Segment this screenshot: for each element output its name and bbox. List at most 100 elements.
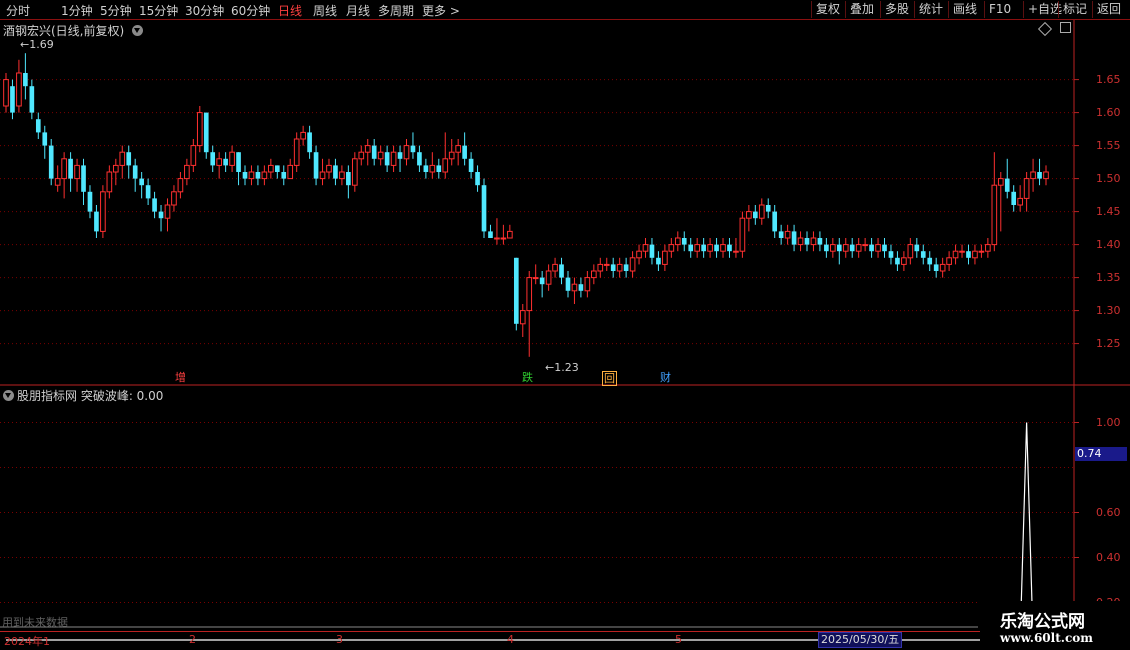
candle-body[interactable] — [1023, 178, 1030, 199]
candle-body[interactable] — [997, 178, 1004, 186]
candle-body[interactable] — [313, 152, 319, 179]
candle-body[interactable] — [610, 264, 616, 271]
candle-body[interactable] — [442, 158, 449, 173]
candle-body[interactable] — [939, 263, 946, 272]
candle-body[interactable] — [319, 171, 326, 180]
candle-body[interactable] — [417, 152, 422, 166]
candle-body[interactable] — [688, 244, 694, 252]
candle-body[interactable] — [694, 244, 701, 252]
candle-body[interactable] — [152, 198, 157, 212]
candle-body[interactable] — [830, 244, 836, 252]
candle-body[interactable] — [475, 172, 480, 186]
candle-body[interactable] — [1030, 171, 1036, 180]
candle-body[interactable] — [817, 238, 823, 245]
candle-body[interactable] — [255, 172, 261, 179]
candle-body[interactable] — [196, 112, 203, 147]
indicator-title[interactable]: 股朋指标网 突破波峰: 0.00 — [3, 387, 163, 404]
candle-body[interactable] — [758, 204, 765, 219]
candle-body[interactable] — [578, 284, 584, 291]
candle-body[interactable] — [888, 251, 894, 258]
candle-body[interactable] — [112, 164, 119, 173]
candle-body[interactable] — [623, 264, 629, 271]
candle-body[interactable] — [591, 270, 597, 279]
candle-body[interactable] — [132, 165, 138, 179]
candle-body[interactable] — [907, 244, 914, 259]
candle-body[interactable] — [390, 151, 397, 166]
candle-body[interactable] — [914, 244, 920, 252]
candle-body[interactable] — [500, 237, 507, 240]
candle-body[interactable] — [681, 238, 687, 245]
event-tag-increase[interactable]: 增 — [174, 371, 187, 384]
candle-body[interactable] — [539, 277, 545, 285]
candle-body[interactable] — [429, 164, 436, 173]
candle-body[interactable] — [3, 79, 9, 107]
candle-body[interactable] — [358, 151, 365, 160]
candle-body[interactable] — [190, 145, 197, 166]
candle-body[interactable] — [468, 158, 474, 172]
candle-body[interactable] — [326, 164, 332, 173]
candle-body[interactable] — [927, 257, 933, 265]
event-tag-return[interactable]: 回 — [602, 371, 617, 386]
candle-body[interactable] — [23, 73, 28, 87]
candle-body[interactable] — [552, 263, 558, 272]
candle-body[interactable] — [656, 257, 661, 265]
candle-body[interactable] — [145, 185, 151, 199]
candle-body[interactable] — [784, 230, 791, 239]
candle-body[interactable] — [300, 131, 306, 140]
candle-body[interactable] — [855, 244, 862, 252]
candle-body[interactable] — [842, 244, 849, 252]
candle-body[interactable] — [293, 138, 300, 166]
candle-body[interactable] — [248, 171, 255, 180]
candle-body[interactable] — [649, 244, 655, 258]
candle-body[interactable] — [836, 244, 842, 252]
candle-body[interactable] — [882, 244, 887, 252]
candle-body[interactable] — [106, 171, 113, 193]
candle-body[interactable] — [674, 237, 681, 246]
candle-body[interactable] — [481, 185, 487, 232]
candle-body[interactable] — [701, 244, 706, 252]
candle-body[interactable] — [875, 244, 881, 252]
candle-body[interactable] — [901, 257, 907, 265]
candle-body[interactable] — [488, 231, 493, 238]
candle-body[interactable] — [603, 263, 610, 266]
candle-body[interactable] — [636, 250, 642, 259]
candle-body[interactable] — [268, 164, 274, 173]
candle-body[interactable] — [164, 204, 171, 219]
candle-body[interactable] — [42, 132, 48, 146]
candle-body[interactable] — [972, 250, 978, 259]
candle-body[interactable] — [346, 172, 351, 186]
candle-body[interactable] — [87, 191, 93, 212]
kline-chart[interactable] — [0, 0, 1130, 650]
candle-body[interactable] — [100, 191, 106, 232]
candle-body[interactable] — [261, 171, 268, 180]
candle-body[interactable] — [920, 251, 926, 258]
candle-body[interactable] — [959, 250, 965, 253]
candle-body[interactable] — [54, 178, 61, 186]
candle-body[interactable] — [733, 250, 739, 253]
candle-body[interactable] — [804, 238, 810, 245]
candle-body[interactable] — [436, 165, 442, 172]
candle-body[interactable] — [752, 211, 758, 219]
candle-body[interactable] — [119, 151, 126, 166]
candle-body[interactable] — [565, 277, 571, 291]
candle-body[interactable] — [545, 270, 552, 285]
candle-body[interactable] — [242, 172, 248, 179]
candle-body[interactable] — [287, 164, 294, 180]
candle-body[interactable] — [462, 145, 467, 159]
candle-body[interactable] — [371, 145, 377, 159]
candle-body[interactable] — [532, 277, 539, 280]
candle-body[interactable] — [720, 244, 726, 252]
candle-body[interactable] — [158, 211, 164, 219]
candle-body[interactable] — [139, 178, 144, 186]
candle-body[interactable] — [364, 145, 371, 153]
candle-body[interactable] — [1037, 172, 1042, 179]
candle-body[interactable] — [274, 165, 280, 172]
candle-body[interactable] — [223, 158, 228, 166]
candle-body[interactable] — [765, 205, 771, 212]
candle-body[interactable] — [29, 86, 35, 113]
candle-body[interactable] — [978, 250, 985, 253]
candle-body[interactable] — [35, 119, 41, 133]
candle-body[interactable] — [849, 244, 855, 252]
candle-body[interactable] — [410, 145, 416, 153]
candle-body[interactable] — [216, 158, 222, 166]
